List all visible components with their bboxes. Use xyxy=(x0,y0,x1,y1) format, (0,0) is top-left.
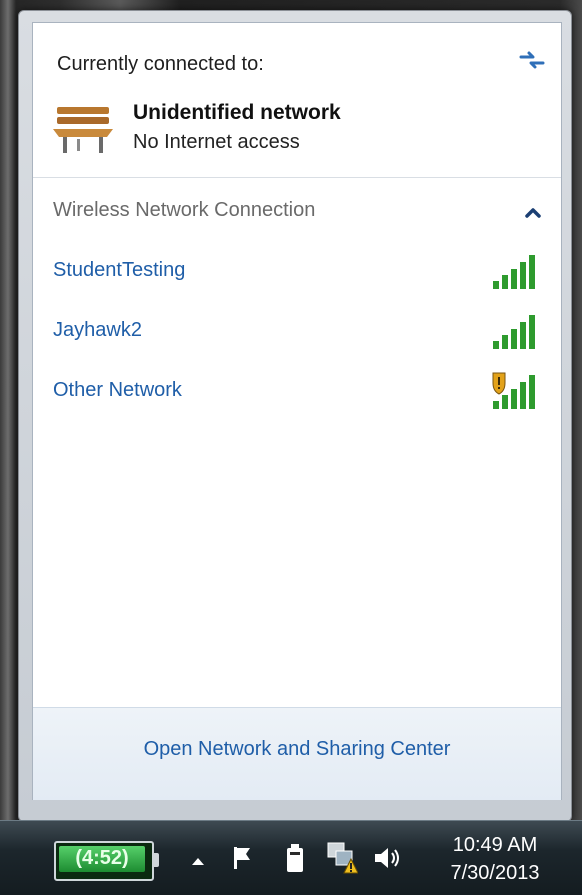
battery-tray-icon[interactable] xyxy=(284,843,306,873)
taskbar: (4:52) 10:49 AM 7/30/2013 xyxy=(0,820,582,895)
network-label: Jayhawk2 xyxy=(53,319,142,341)
clock-date: 7/30/2013 xyxy=(450,862,540,884)
network-label: StudentTesting xyxy=(53,259,186,281)
clock-time: 10:49 AM xyxy=(452,834,538,856)
open-network-sharing-center-link[interactable]: Open Network and Sharing Center xyxy=(33,738,561,761)
refresh-arrows-icon[interactable] xyxy=(517,45,547,75)
battery-time: (4:52) xyxy=(75,847,129,869)
network-item-jayhawk2[interactable]: Jayhawk2 xyxy=(33,309,561,353)
signal-strength-icon xyxy=(493,255,535,289)
action-center-flag-icon[interactable] xyxy=(230,845,256,871)
chevron-up-icon[interactable] xyxy=(521,201,545,225)
network-label: Other Network xyxy=(53,379,182,401)
signal-strength-icon xyxy=(493,315,535,349)
flyout-footer: Open Network and Sharing Center xyxy=(33,707,561,800)
show-hidden-icons-chevron-icon[interactable] xyxy=(190,855,206,867)
battery-icon[interactable]: (4:52) xyxy=(54,841,159,881)
divider xyxy=(33,177,561,178)
park-bench-icon xyxy=(53,107,113,153)
battery-nub xyxy=(153,853,159,867)
network-item-studenttesting[interactable]: StudentTesting xyxy=(33,249,561,293)
network-warning-icon[interactable] xyxy=(326,841,358,875)
system-clock[interactable]: 10:49 AM 7/30/2013 xyxy=(430,831,560,887)
security-shield-icon xyxy=(492,372,506,395)
network-flyout-panel: Currently connected to: Unidentified net… xyxy=(32,22,562,800)
current-network-name: Unidentified network xyxy=(133,101,341,124)
wireless-section-title: Wireless Network Connection xyxy=(53,199,316,221)
network-item-other-network[interactable]: Other Network xyxy=(33,369,561,413)
volume-speaker-icon[interactable] xyxy=(372,845,402,871)
currently-connected-label: Currently connected to: xyxy=(57,53,264,75)
signal-strength-icon xyxy=(492,372,535,409)
current-network-status: No Internet access xyxy=(133,131,300,153)
